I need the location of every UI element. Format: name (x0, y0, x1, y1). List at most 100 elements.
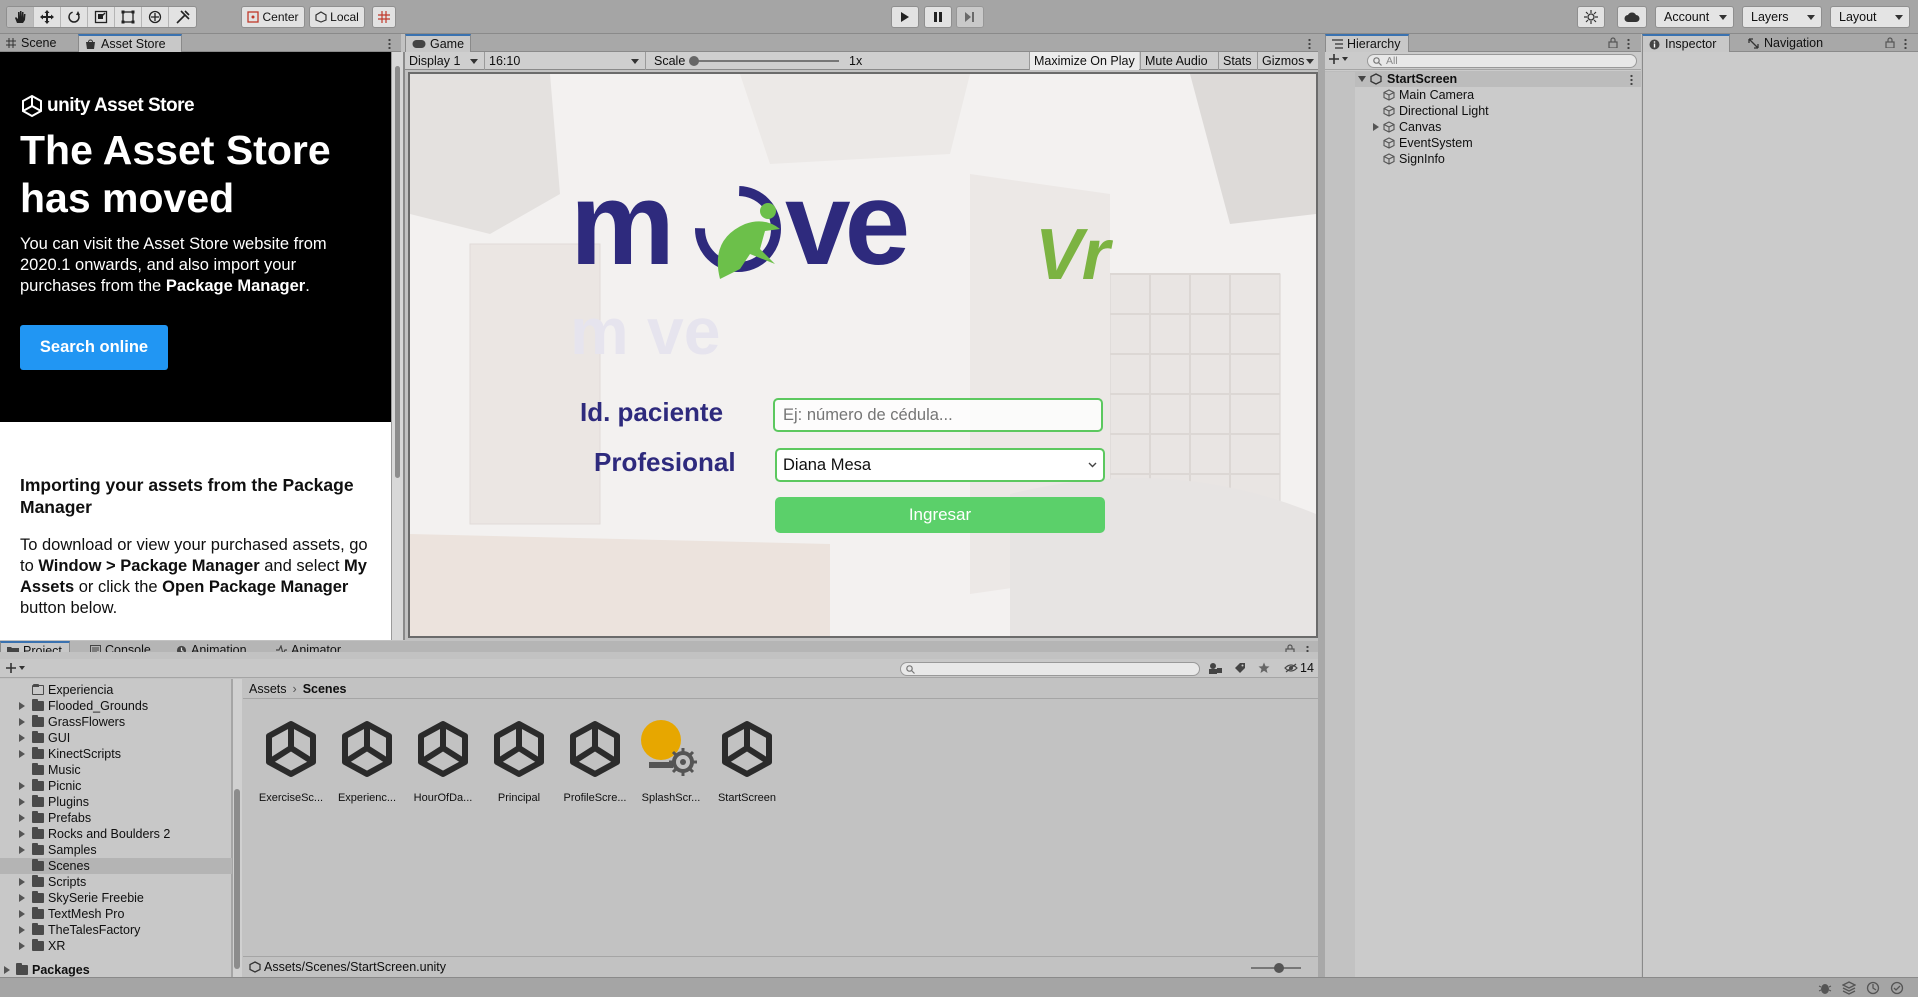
search-online-button[interactable]: Search online (20, 325, 168, 370)
tree-scrollbar[interactable] (232, 679, 242, 977)
pivot-local-button[interactable]: Local (309, 6, 365, 28)
bug-icon[interactable] (1818, 981, 1832, 995)
hierarchy-item[interactable]: EventSystem (1325, 135, 1641, 151)
panel-menu-icon[interactable] (1904, 38, 1907, 49)
transform-tool-icon[interactable] (142, 7, 169, 27)
hand-tool-icon[interactable] (7, 7, 34, 27)
asset-store-scrollbar[interactable] (391, 52, 403, 640)
play-button[interactable] (891, 6, 919, 28)
favorite-star-icon[interactable] (1258, 662, 1270, 674)
stats-toggle[interactable]: Stats (1218, 52, 1256, 70)
project-search-input[interactable] (900, 662, 1200, 676)
hierarchy-search-input[interactable]: All (1367, 54, 1637, 68)
panel-menu-icon[interactable] (388, 38, 391, 49)
tree-folder[interactable]: GrassFlowers (0, 714, 232, 730)
gizmos-toggle[interactable]: Gizmos (1257, 52, 1318, 70)
maximize-on-play-toggle[interactable]: Maximize On Play (1029, 52, 1139, 70)
tab-asset-store[interactable]: Asset Store (78, 34, 182, 52)
icon-size-slider[interactable] (1251, 963, 1301, 973)
create-button[interactable] (1328, 53, 1348, 65)
mute-audio-toggle[interactable]: Mute Audio (1140, 52, 1217, 70)
snap-button[interactable] (372, 6, 396, 28)
scene-row[interactable]: StartScreen (1325, 71, 1641, 87)
expand-arrow-icon[interactable] (4, 966, 10, 974)
asset-item[interactable]: SplashScr... (636, 710, 706, 804)
pause-button[interactable] (924, 6, 952, 28)
expand-arrow-icon[interactable] (19, 734, 25, 742)
check-circle-icon[interactable] (1890, 981, 1904, 995)
hierarchy-item[interactable]: Directional Light (1325, 103, 1641, 119)
panel-menu-icon[interactable] (1627, 38, 1630, 49)
expand-arrow-icon[interactable] (19, 718, 25, 726)
hidden-packages-toggle[interactable]: 14 (1284, 661, 1314, 675)
tree-folder[interactable]: KinectScripts (0, 746, 232, 762)
scrollbar-thumb[interactable] (395, 66, 400, 478)
tab-scene[interactable]: Scene (0, 34, 76, 52)
lock-icon[interactable] (1608, 37, 1618, 48)
tree-folder[interactable]: TextMesh Pro (0, 906, 232, 922)
custom-tool-icon[interactable] (169, 7, 196, 27)
layers-stack-icon[interactable] (1842, 981, 1856, 995)
aspect-dropdown[interactable]: 16:10 (484, 52, 644, 70)
scene-menu-icon[interactable] (1630, 74, 1633, 85)
scale-slider[interactable] (689, 56, 839, 66)
asset-item[interactable]: Principal (484, 710, 554, 804)
expand-arrow-icon[interactable] (19, 782, 25, 790)
tree-folder[interactable]: SkySerie Freebie (0, 890, 232, 906)
expand-arrow-icon[interactable] (19, 878, 25, 886)
expand-arrow-icon[interactable] (1373, 123, 1379, 131)
layers-dropdown[interactable]: Layers (1742, 6, 1822, 28)
expand-arrow-icon[interactable] (19, 910, 25, 918)
breadcrumb-scenes[interactable]: Scenes (303, 682, 347, 696)
asset-item[interactable]: Experienc... (332, 710, 402, 804)
panel-splitter[interactable] (403, 52, 405, 640)
scale-tool-icon[interactable] (88, 7, 115, 27)
hierarchy-item[interactable]: SignInfo (1325, 151, 1641, 167)
asset-item[interactable]: ProfileScre... (560, 710, 630, 804)
hierarchy-item[interactable]: Main Camera (1325, 87, 1641, 103)
tree-folder[interactable]: Prefabs (0, 810, 232, 826)
asset-item[interactable]: ExerciseSc... (256, 710, 326, 804)
asset-item[interactable]: HourOfDa... (408, 710, 478, 804)
tab-game[interactable]: Game (405, 34, 471, 52)
expand-arrow-icon[interactable] (19, 894, 25, 902)
breadcrumb-assets[interactable]: Assets (249, 682, 287, 696)
move-tool-icon[interactable] (34, 7, 61, 27)
tree-folder[interactable]: Music (0, 762, 232, 778)
tree-folder[interactable]: Samples (0, 842, 232, 858)
tree-folder[interactable]: GUI (0, 730, 232, 746)
tree-folder[interactable]: Scripts (0, 874, 232, 890)
icon-size-slider-thumb[interactable] (1273, 963, 1284, 973)
services-button[interactable] (1577, 6, 1605, 28)
tree-folder[interactable]: Scenes (0, 858, 232, 874)
cloud-button[interactable] (1617, 6, 1647, 28)
scale-slider-thumb[interactable] (689, 56, 699, 66)
expand-arrow-icon[interactable] (19, 750, 25, 758)
tree-folder[interactable]: TheTalesFactory (0, 922, 232, 938)
rotate-tool-icon[interactable] (61, 7, 88, 27)
login-button[interactable]: Ingresar (775, 497, 1105, 533)
hierarchy-item[interactable]: Canvas (1325, 119, 1641, 135)
progress-circle-icon[interactable] (1866, 981, 1880, 995)
expand-arrow-icon[interactable] (19, 830, 25, 838)
layout-dropdown[interactable]: Layout (1830, 6, 1910, 28)
tree-folder[interactable]: XR (0, 938, 232, 954)
expand-arrow-icon[interactable] (19, 798, 25, 806)
step-button[interactable] (956, 6, 984, 28)
search-by-type-icon[interactable] (1208, 662, 1222, 674)
panel-splitter[interactable] (1318, 34, 1325, 977)
tree-folder[interactable]: Experiencia (0, 682, 232, 698)
patient-id-input[interactable] (773, 398, 1103, 432)
tree-scrollbar-thumb[interactable] (234, 789, 240, 969)
expand-arrow-icon[interactable] (19, 846, 25, 854)
tree-folder[interactable]: Plugins (0, 794, 232, 810)
expand-arrow-icon[interactable] (19, 942, 25, 950)
tree-folder[interactable]: Flooded_Grounds (0, 698, 232, 714)
rect-tool-icon[interactable] (115, 7, 142, 27)
panel-menu-icon[interactable] (1308, 38, 1311, 49)
expand-arrow-icon[interactable] (19, 702, 25, 710)
project-create-button[interactable] (5, 662, 25, 674)
display-dropdown[interactable]: Display 1 (405, 52, 483, 70)
expand-arrow-icon[interactable] (19, 926, 25, 934)
label-tag-icon[interactable] (1234, 662, 1246, 674)
